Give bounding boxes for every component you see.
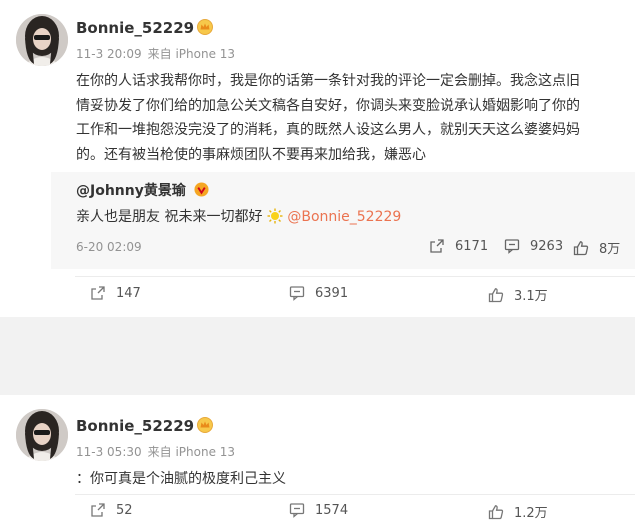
- like-button[interactable]: 1.2万: [488, 502, 548, 521]
- repost-time[interactable]: 6-20 02:09: [76, 240, 142, 254]
- forward-icon: [91, 286, 105, 300]
- post-actions-divider: [75, 494, 635, 495]
- content-line: 的。还有被当枪使的事麻烦团队不要再来加给我，嫌恶心: [76, 146, 426, 163]
- repost-like-button[interactable]: 8万: [573, 238, 620, 257]
- like-icon: [488, 504, 504, 519]
- verified-badge-icon: [194, 182, 209, 201]
- crown-badge-icon: [197, 19, 214, 39]
- comment-button[interactable]: 6391: [289, 285, 348, 301]
- post-meta: 11-3 20:09 来自 iPhone 13: [76, 45, 241, 62]
- post-time[interactable]: 11-3 20:09: [76, 47, 142, 61]
- like-icon: [573, 240, 589, 255]
- username[interactable]: Bonnie_52229: [76, 417, 214, 437]
- mention-link[interactable]: @Bonnie_52229: [287, 209, 401, 225]
- post-source: 来自 iPhone 13: [147, 445, 236, 459]
- comment-icon: [289, 503, 305, 518]
- crown-badge-icon: [197, 417, 214, 437]
- feed-gap: [0, 317, 635, 395]
- weibo-post-1: Bonnie_52229 11-3 20:09 来自 iPhone 13 在你的人…: [0, 0, 635, 317]
- repost-comment-button[interactable]: 9263: [504, 238, 563, 254]
- comment-button[interactable]: 1574: [289, 502, 348, 518]
- like-icon: [488, 287, 504, 302]
- post-source: 来自 iPhone 13: [147, 47, 236, 61]
- content-line: 在你的人话求我帮你时，我是你的话第一条针对我的评论一定会删掉。我念这点旧: [76, 73, 580, 89]
- reposted-weibo[interactable]: @Johnny黄景瑜 亲人也是朋友 祝未来一切都好 @Bonnie_52229 …: [51, 172, 635, 269]
- post-content: ：你可真是个油腻的极度利己主义: [76, 471, 286, 487]
- username[interactable]: Bonnie_52229: [76, 19, 214, 39]
- repost-content: 亲人也是朋友 祝未来一切都好 @Bonnie_52229: [76, 206, 401, 228]
- repost-username[interactable]: @Johnny黄景瑜: [76, 180, 209, 201]
- content-line: 情妥协发了你们给的加急公关文稿各自安好，你调头来变脸说承认婚姻影响了你的: [76, 97, 580, 114]
- comment-icon: [504, 239, 520, 254]
- avatar[interactable]: [16, 409, 68, 461]
- forward-icon: [91, 503, 105, 517]
- comment-icon: [289, 286, 305, 301]
- post-meta: 11-3 05:30 来自 iPhone 13: [76, 443, 241, 460]
- post-content: 在你的人话求我帮你时，我是你的话第一条针对我的评论一定会删掉。我念这点旧 情妥协…: [76, 69, 616, 167]
- like-button[interactable]: 3.1万: [488, 285, 548, 304]
- repost-forward-button[interactable]: 6171: [429, 238, 488, 254]
- forward-icon: [430, 239, 444, 253]
- avatar[interactable]: [16, 14, 68, 66]
- weibo-post-2: Bonnie_52229 11-3 05:30 来自 iPhone 13 ：你可真…: [0, 395, 635, 530]
- post-actions-divider: [75, 276, 635, 277]
- forward-button[interactable]: 52: [90, 502, 133, 518]
- forward-button[interactable]: 147: [90, 285, 141, 301]
- content-line: 工作和一堆抱怨没完没了的消耗，真的既然人设这么男人，就别天天这么婆婆妈妈: [76, 122, 580, 138]
- post-time[interactable]: 11-3 05:30: [76, 445, 142, 459]
- sun-emoji-icon: [267, 208, 283, 228]
